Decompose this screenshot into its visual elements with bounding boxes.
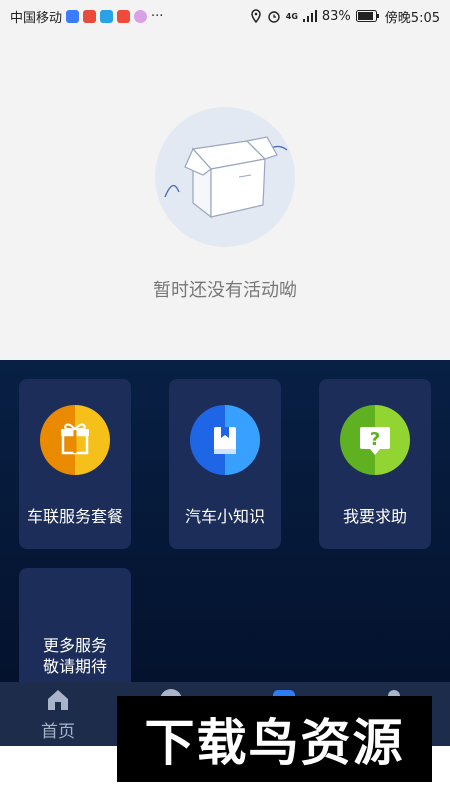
more-service-line2: 敬请期待 xyxy=(42,657,107,676)
news-app-icon xyxy=(83,9,97,23)
service-card-knowledge[interactable]: 汽车小知识 xyxy=(169,379,281,549)
open-box-icon xyxy=(164,136,288,219)
gift-icon xyxy=(40,405,110,475)
service-label: 汽车小知识 xyxy=(184,507,265,526)
clock-label: 傍晚5:05 xyxy=(384,10,440,26)
more-notifications-icon: ··· xyxy=(151,8,164,24)
shield-app-icon xyxy=(66,9,80,23)
tab-home[interactable]: 首页 xyxy=(2,682,114,746)
alarm-icon xyxy=(268,11,280,23)
service-label: 我要求助 xyxy=(342,507,407,526)
tool-app-icon xyxy=(100,9,114,23)
svg-text:?: ? xyxy=(370,429,380,450)
battery-icon xyxy=(355,10,379,22)
help-icon: ? xyxy=(340,405,410,475)
book-icon xyxy=(190,405,260,475)
location-icon xyxy=(250,9,261,23)
empty-box-illustration xyxy=(155,107,295,247)
status-right: 4G 83% 傍晚5:05 xyxy=(250,7,440,26)
status-bar: 中国移动 ··· 4G 83% 傍晚5:05 xyxy=(0,0,450,32)
watermark-banner: 下载鸟资源 xyxy=(117,696,432,782)
battery-percent: 83% xyxy=(321,8,351,24)
services-panel: 车联服务套餐 汽车小知识 ? 我要求助 更多服务 敬请期待 xyxy=(0,360,450,682)
activity-empty-state: 暂时还没有活动呦 xyxy=(0,32,450,360)
service-card-help[interactable]: ? 我要求助 xyxy=(319,379,431,549)
service-card-more: 更多服务 敬请期待 xyxy=(19,568,131,682)
status-left: 中国移动 ··· xyxy=(10,7,163,26)
network-type-label: 4G xyxy=(285,11,298,21)
red-app-icon xyxy=(117,9,131,23)
home-icon xyxy=(48,690,68,710)
tab-label: 首页 xyxy=(41,722,75,742)
empty-message: 暂时还没有活动呦 xyxy=(153,280,297,301)
service-label: 车联服务套餐 xyxy=(26,507,123,526)
colorful-app-icon xyxy=(134,9,148,23)
signal-icon xyxy=(302,10,317,22)
carrier-label: 中国移动 xyxy=(10,10,63,26)
service-card-package[interactable]: 车联服务套餐 xyxy=(19,379,131,549)
